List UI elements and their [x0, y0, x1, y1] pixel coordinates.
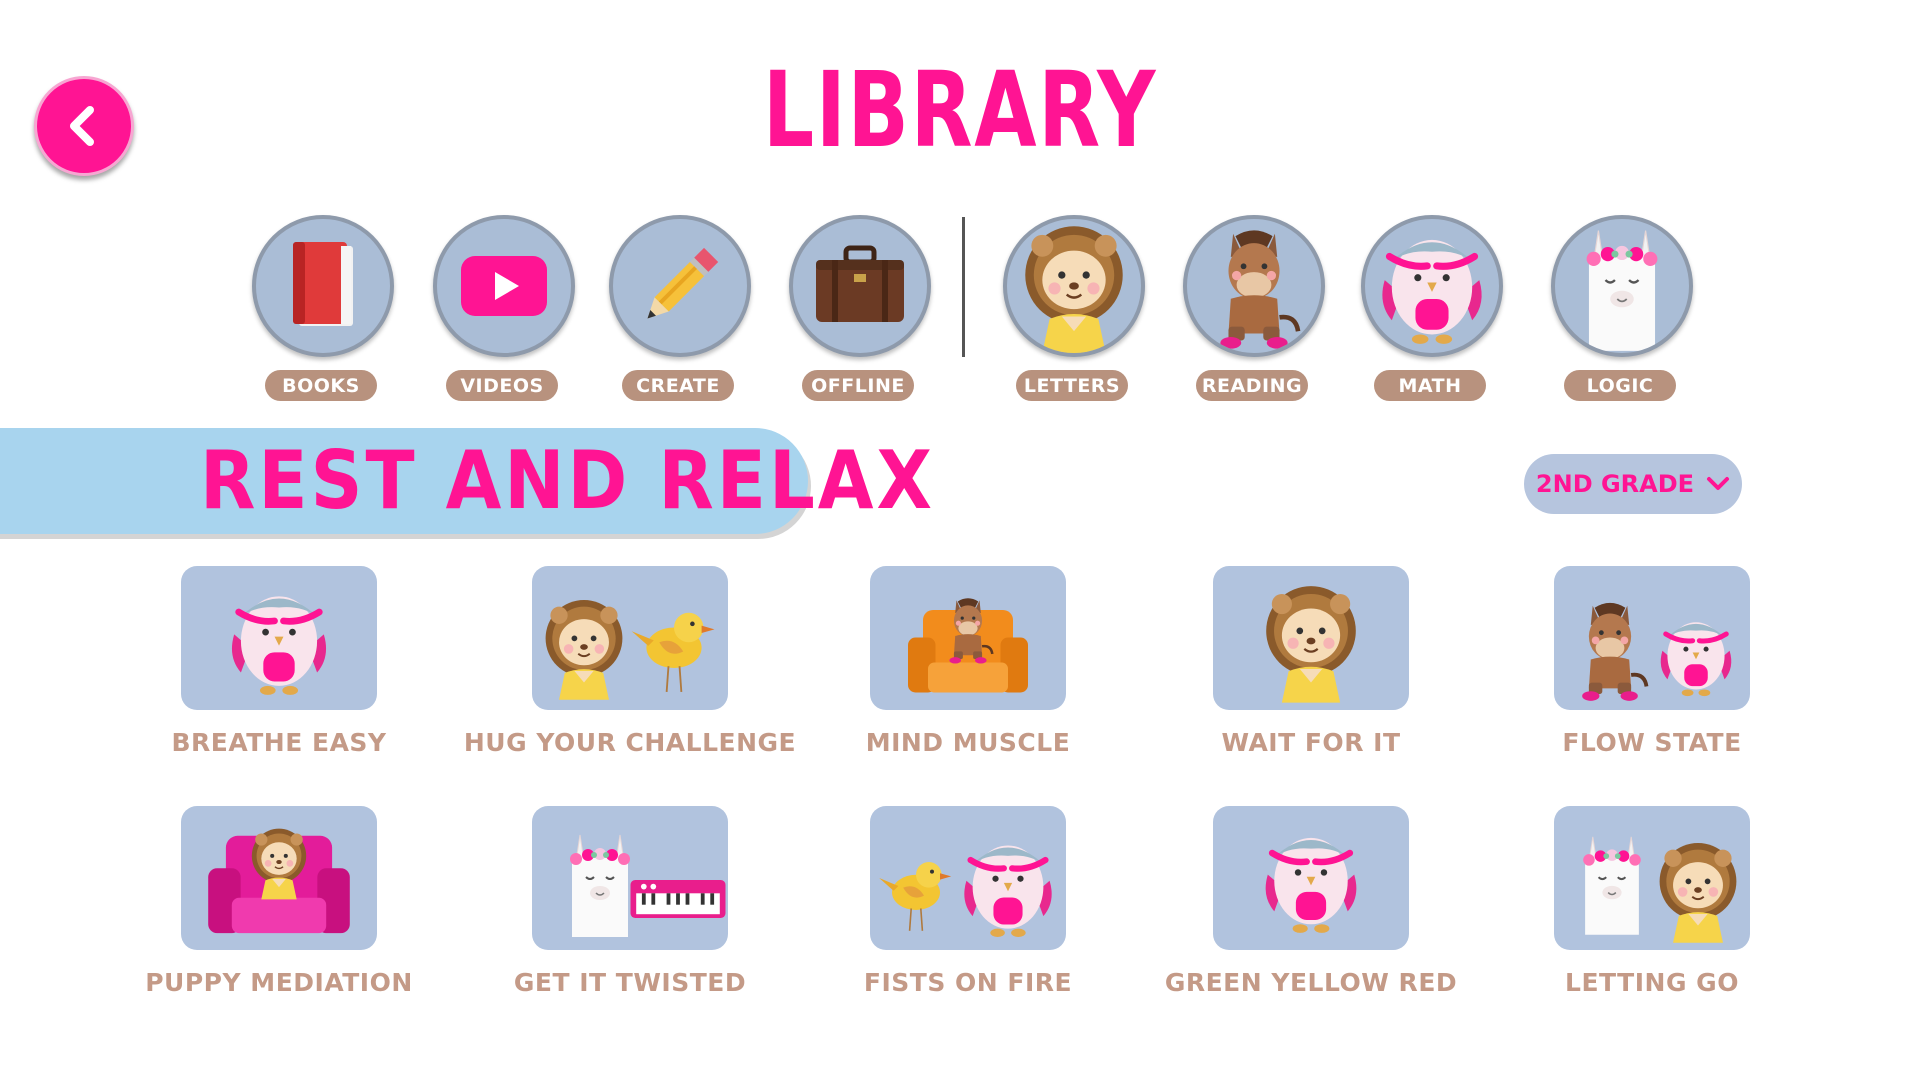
- lion-illustration: [1650, 834, 1746, 946]
- grade-select-value: 2ND GRADE: [1535, 470, 1695, 498]
- nav-item-videos[interactable]: VIDEOS: [430, 215, 576, 405]
- card-label: BREATHE EASY: [171, 728, 387, 757]
- activity-card-mind-muscle[interactable]: MIND MUSCLE: [788, 566, 1148, 766]
- card-thumbnail: [1554, 806, 1750, 950]
- lion-icon: [1013, 219, 1135, 353]
- activity-card-green-yellow-red[interactable]: GREEN YELLOW RED: [1131, 806, 1491, 1006]
- nav-item-letters[interactable]: LETTERS: [1000, 215, 1146, 405]
- back-button[interactable]: [34, 76, 134, 176]
- owl-illustration: [956, 826, 1060, 946]
- card-thumbnail: [870, 566, 1066, 710]
- nav-item-offline[interactable]: OFFLINE: [786, 215, 932, 405]
- card-thumbnail: [1554, 566, 1750, 710]
- activity-card-letting-go[interactable]: LETTING GO: [1472, 806, 1832, 1006]
- nav-label: MATH: [1374, 370, 1486, 401]
- bird-illustration: [876, 842, 956, 938]
- card-label: LETTING GO: [1565, 968, 1739, 997]
- nav-label: CREATE: [622, 370, 734, 401]
- activity-card-wait-for-it[interactable]: WAIT FOR IT: [1131, 566, 1491, 766]
- activity-card-flow-state[interactable]: FLOW STATE: [1472, 566, 1832, 766]
- card-thumbnail: [181, 806, 377, 950]
- nav-divider: [962, 217, 965, 357]
- card-thumbnail: [532, 566, 728, 710]
- card-label: GET IT TWISTED: [513, 968, 747, 997]
- nav-item-math[interactable]: MATH: [1358, 215, 1504, 405]
- horse-illustration: [936, 584, 1000, 674]
- nav-label: LOGIC: [1564, 370, 1676, 401]
- horse-illustration: [1562, 594, 1658, 704]
- card-label: FLOW STATE: [1562, 728, 1742, 757]
- activity-card-puppy-mediation[interactable]: PUPPY MEDIATION: [99, 806, 459, 1006]
- nav-item-logic[interactable]: LOGIC: [1548, 215, 1694, 405]
- card-label: FISTS ON FIRE: [863, 968, 1073, 997]
- owl-illustration: [1257, 818, 1365, 942]
- keyboard-illustration: [630, 880, 726, 918]
- chevron-down-icon: [1707, 477, 1730, 490]
- nav-label: READING: [1196, 370, 1308, 401]
- card-label: HUG YOUR CHALLENGE: [463, 728, 797, 757]
- nav-item-books[interactable]: BOOKS: [249, 215, 395, 405]
- llama-icon: [1563, 221, 1681, 351]
- activity-card-hug-your-challenge[interactable]: HUG YOUR CHALLENGE: [450, 566, 810, 766]
- llama-illustration: [1564, 814, 1660, 950]
- card-thumbnail: [181, 566, 377, 710]
- page-title: LIBRARY: [762, 49, 1158, 171]
- nav-label: BOOKS: [265, 370, 377, 401]
- nav-item-reading[interactable]: READING: [1180, 215, 1326, 405]
- card-thumbnail: [532, 806, 728, 950]
- lion-illustration: [245, 822, 313, 902]
- card-label: PUPPY MEDIATION: [145, 968, 413, 997]
- nav-label: VIDEOS: [446, 370, 558, 401]
- section-title: REST AND RELAX: [200, 434, 936, 527]
- chevron-left-icon: [70, 106, 94, 146]
- card-label: MIND MUSCLE: [865, 728, 1071, 757]
- card-label: WAIT FOR IT: [1221, 728, 1401, 757]
- suitcase-icon: [816, 245, 904, 322]
- lion-illustration: [1255, 576, 1367, 706]
- activity-card-get-it-twisted[interactable]: GET IT TWISTED: [450, 806, 810, 1006]
- card-thumbnail: [1213, 806, 1409, 950]
- activity-card-breathe-easy[interactable]: BREATHE EASY: [99, 566, 459, 766]
- video-play-icon: [461, 256, 547, 316]
- owl-illustration: [1654, 606, 1738, 704]
- nav-label: LETTERS: [1016, 370, 1128, 401]
- pencil-icon: [647, 247, 719, 319]
- grade-select[interactable]: 2ND GRADE: [1524, 454, 1742, 514]
- card-thumbnail: [870, 806, 1066, 950]
- nav-item-create[interactable]: CREATE: [606, 215, 752, 405]
- card-thumbnail: [1213, 566, 1409, 710]
- horse-icon: [1196, 222, 1312, 350]
- lion-illustration: [536, 588, 632, 706]
- owl-illustration: [223, 576, 335, 704]
- nav-label: OFFLINE: [802, 370, 914, 401]
- card-label: GREEN YELLOW RED: [1164, 968, 1458, 997]
- book-icon: [293, 242, 353, 326]
- bird-illustration: [628, 590, 720, 700]
- owl-icon: [1372, 221, 1492, 351]
- activity-card-fists-on-fire[interactable]: FISTS ON FIRE: [788, 806, 1148, 1006]
